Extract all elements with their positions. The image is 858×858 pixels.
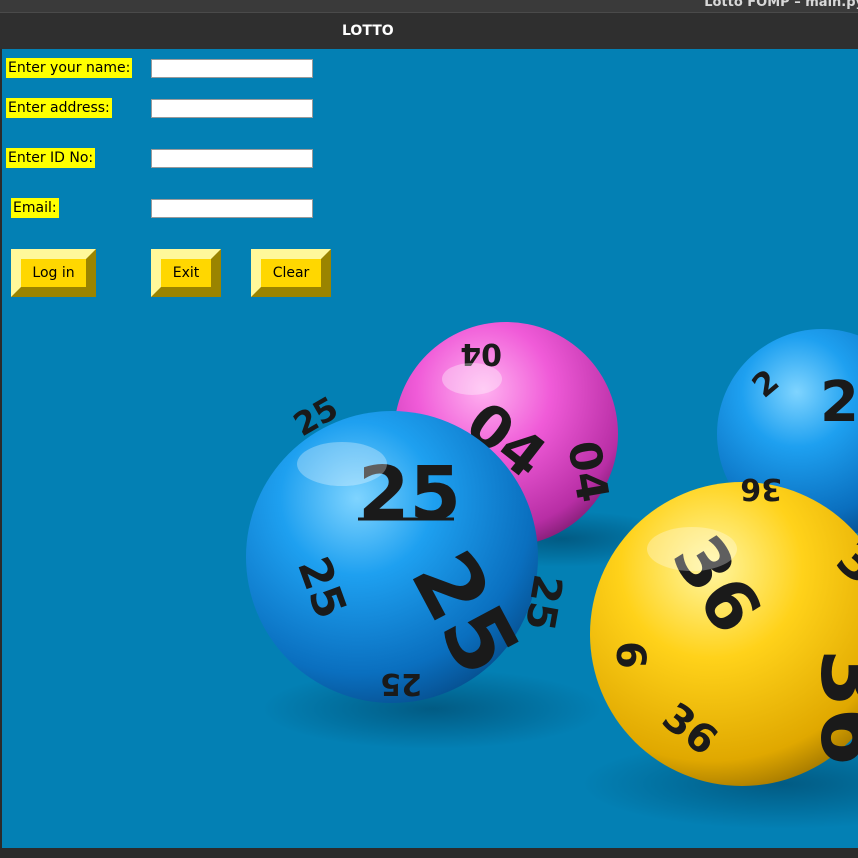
svg-text:04: 04 <box>557 437 618 506</box>
address-label: Enter address: <box>6 98 112 118</box>
name-input[interactable] <box>151 59 313 78</box>
svg-text:36: 36 <box>802 649 858 766</box>
clear-button-label: Clear <box>272 265 310 281</box>
main-content: 2 2 04 04 04 25 25 25 25 25 25 36 36 36 … <box>2 49 858 848</box>
email-input[interactable] <box>151 199 313 218</box>
svg-text:25: 25 <box>516 571 571 634</box>
clear-button[interactable]: Clear <box>251 249 331 297</box>
svg-text:2: 2 <box>820 370 858 435</box>
email-label: Email: <box>11 198 59 218</box>
address-input[interactable] <box>151 99 313 118</box>
exit-button-label: Exit <box>172 265 200 281</box>
exit-button[interactable]: Exit <box>151 249 221 297</box>
name-label: Enter your name: <box>6 58 133 78</box>
id-input[interactable] <box>151 149 313 168</box>
svg-text:36: 36 <box>740 471 782 506</box>
login-button-label: Log in <box>32 265 75 281</box>
window-bottom-edge <box>0 848 858 858</box>
svg-text:6: 6 <box>607 641 653 669</box>
svg-text:25: 25 <box>380 666 422 701</box>
window-titlebar[interactable]: LOTTO <box>0 12 858 49</box>
login-button[interactable]: Log in <box>11 249 96 297</box>
background-window-strip: Lotto FOMP – main.py <box>0 0 858 12</box>
id-label: Enter ID No: <box>6 148 96 168</box>
lottery-balls-image: 2 2 04 04 04 25 25 25 25 25 25 36 36 36 … <box>246 322 858 829</box>
background-window-title: Lotto FOMP – main.py <box>704 0 858 10</box>
window-title: LOTTO <box>342 23 394 39</box>
